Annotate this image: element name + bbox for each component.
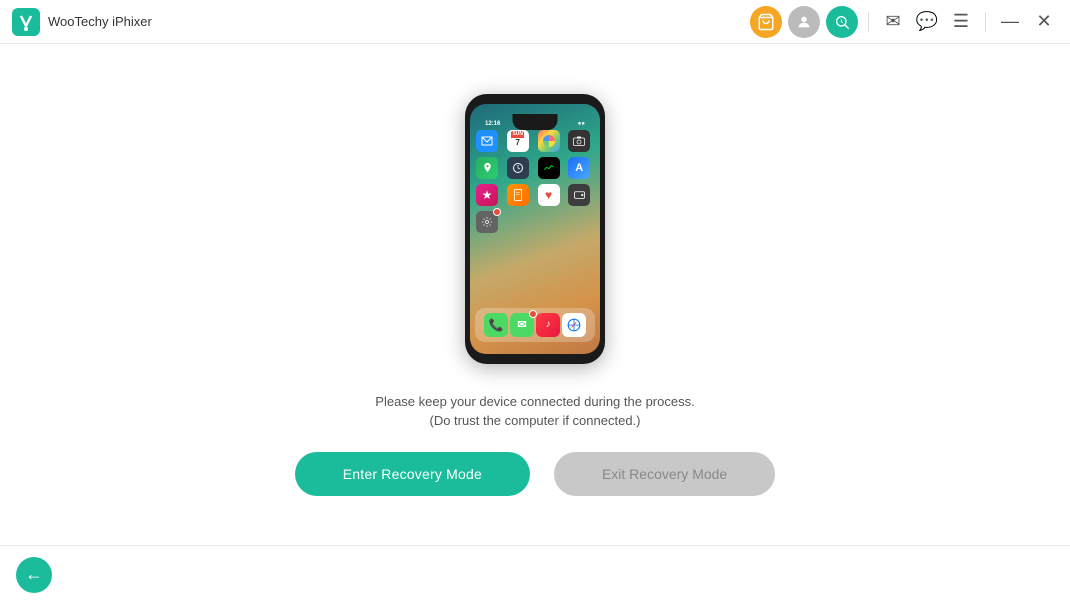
app-icon-appstore: A (568, 157, 590, 179)
instruction-text: Please keep your device connected during… (375, 394, 694, 428)
app-title: WooTechy iPhixer (48, 14, 152, 29)
app-icon-clock (507, 157, 529, 179)
menu-button[interactable]: ☰ (947, 8, 975, 36)
titlebar-right: ✉ 💬 ☰ — ✕ (750, 6, 1058, 38)
separator-1 (868, 12, 869, 32)
phone-notch (513, 114, 558, 130)
exit-recovery-button[interactable]: Exit Recovery Mode (554, 452, 775, 496)
phone-illustration: 12:16 ●● SUN 7 (465, 94, 605, 364)
minimize-button[interactable]: — (996, 8, 1024, 36)
bottom-bar: ← (0, 545, 1070, 603)
instruction-line2: (Do trust the computer if connected.) (375, 413, 694, 428)
app-grid: SUN 7 (470, 122, 600, 237)
dock-music: ♪ (536, 313, 560, 337)
dock-phone: 📞 (484, 313, 508, 337)
dock-messages: ✉ (510, 313, 534, 337)
cart-icon-button[interactable] (750, 6, 782, 38)
back-button[interactable]: ← (16, 557, 52, 593)
dock-safari (562, 313, 586, 337)
app-icon-games: ★ (476, 184, 498, 206)
main-content: 12:16 ●● SUN 7 (0, 44, 1070, 545)
titlebar: WooTechy iPhixer ✉ 💬 ☰ (0, 0, 1070, 44)
titlebar-left: WooTechy iPhixer (12, 8, 152, 36)
app-icon-settings (476, 211, 498, 233)
mail-button[interactable]: ✉ (879, 8, 907, 36)
settings-badge (493, 208, 501, 216)
chat-button[interactable]: 💬 (913, 8, 941, 36)
app-logo (12, 8, 40, 36)
button-row: Enter Recovery Mode Exit Recovery Mode (295, 452, 775, 496)
enter-recovery-button[interactable]: Enter Recovery Mode (295, 452, 530, 496)
close-button[interactable]: ✕ (1030, 8, 1058, 36)
phone-dock: 📞 ✉ ♪ (475, 308, 595, 342)
search-update-icon-button[interactable] (826, 6, 858, 38)
back-arrow-icon: ← (25, 564, 43, 585)
user-icon-button[interactable] (788, 6, 820, 38)
app-icon-maps (476, 157, 498, 179)
app-icon-books (507, 184, 529, 206)
phone-screen: 12:16 ●● SUN 7 (470, 104, 600, 354)
instruction-line1: Please keep your device connected during… (375, 394, 694, 409)
app-icon-health: ♥ (538, 184, 560, 206)
separator-2 (985, 12, 986, 32)
app-icon-wallet (568, 184, 590, 206)
phone-body: 12:16 ●● SUN 7 (465, 94, 605, 364)
app-icon-stocks (538, 157, 560, 179)
